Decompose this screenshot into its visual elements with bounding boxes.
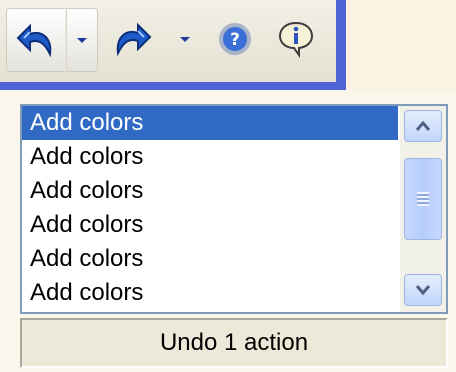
info-icon — [278, 21, 314, 58]
scroll-thumb[interactable] — [404, 158, 442, 240]
svg-text:?: ? — [230, 30, 240, 50]
toolbar-border — [0, 82, 346, 90]
chevron-down-icon — [415, 285, 431, 296]
undo-status-label: Undo 1 action — [20, 318, 448, 368]
list-item[interactable]: Add colors — [22, 242, 398, 276]
list-item[interactable]: Add colors — [22, 276, 398, 310]
info-button[interactable] — [270, 8, 322, 70]
chevron-up-icon — [415, 120, 431, 131]
list-item[interactable]: Add colors — [22, 208, 398, 242]
dropdown-arrow-icon — [77, 37, 87, 43]
dropdown-arrow-icon — [180, 36, 190, 42]
scroll-down-button[interactable] — [404, 274, 442, 306]
undo-list[interactable]: Add colors Add colors Add colors Add col… — [22, 106, 398, 312]
undo-button[interactable] — [6, 8, 65, 72]
help-icon: ? — [219, 23, 251, 55]
undo-icon — [16, 23, 52, 58]
redo-icon — [116, 22, 152, 57]
background-area — [346, 0, 456, 90]
grip-icon — [417, 192, 429, 206]
list-item[interactable]: Add colors — [22, 174, 398, 208]
vertical-scrollbar[interactable] — [400, 106, 446, 312]
undo-dropdown-button[interactable] — [66, 8, 98, 72]
redo-button[interactable] — [106, 8, 158, 70]
list-item[interactable]: Add colors — [22, 140, 398, 174]
toolbar-border — [336, 0, 346, 90]
help-button[interactable]: ? — [214, 8, 256, 70]
scroll-up-button[interactable] — [404, 110, 442, 142]
list-item[interactable]: Add colors — [22, 106, 398, 140]
redo-dropdown-button[interactable] — [170, 8, 200, 70]
